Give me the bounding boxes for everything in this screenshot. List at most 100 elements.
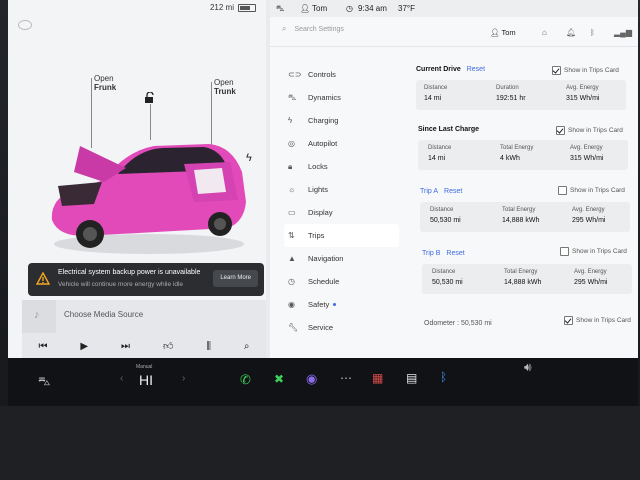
temperature-text: 37°F: [398, 4, 415, 13]
checkbox-checked-icon: [564, 316, 573, 325]
learn-more-button[interactable]: Learn More: [213, 270, 258, 287]
nav-item-safety[interactable]: ◉ Safety: [288, 293, 403, 316]
nav-item-lights[interactable]: ☼ Lights: [288, 178, 403, 201]
bolt-icon: ϟ: [288, 116, 293, 125]
volume-icon[interactable]: 🔊︎: [524, 360, 532, 375]
trunk-callout[interactable]: Open Trunk: [214, 78, 236, 96]
display-icon: ▭: [288, 208, 296, 217]
frunk-callout[interactable]: Open Frunk: [94, 74, 116, 92]
checkbox-checked-icon: [552, 66, 561, 75]
temp-up-chevron-icon[interactable]: ›: [182, 373, 185, 384]
thumbs-up-icon[interactable]: 👍︎: [163, 340, 173, 352]
search-icon[interactable]: ⌕: [244, 341, 250, 352]
show-trip-a-toggle[interactable]: Show in Trips Card: [558, 186, 625, 195]
phone-icon[interactable]: ✆: [240, 372, 251, 388]
nav-item-controls[interactable]: ⊂⊃ Controls: [288, 63, 403, 86]
total-energy-label: Total Energy: [500, 145, 534, 151]
avg-energy-value: 295 Wh/mi: [572, 217, 606, 224]
more-apps-icon[interactable]: ⋯: [340, 371, 352, 385]
album-art: ♪: [22, 300, 56, 333]
nav-item-dynamics[interactable]: ⛍ Dynamics: [288, 86, 403, 109]
section-title-text: Trip A: [420, 188, 439, 195]
car-status-panel: 212 mi Open Frunk Open Trunk ϟ Electrica…: [8, 0, 266, 358]
lock-icon: 🔒︎: [288, 161, 293, 171]
battery-icon: [238, 3, 256, 12]
nav-item-charging[interactable]: ϟ Charging: [288, 109, 403, 132]
nav-item-locks[interactable]: 🔒︎ Locks: [288, 155, 403, 178]
unlock-icon[interactable]: [144, 92, 156, 103]
next-track-icon[interactable]: ⏭: [121, 341, 130, 352]
profile-name: Tom: [501, 28, 516, 37]
avg-energy-label: Avg. Energy: [570, 145, 603, 151]
avg-energy-label: Avg. Energy: [572, 207, 605, 213]
show-trip-b-toggle[interactable]: Show in Trips Card: [560, 247, 627, 256]
dashboard-trim: [0, 406, 640, 480]
play-icon[interactable]: ▶: [80, 341, 88, 352]
media-source-label[interactable]: Choose Media Source: [64, 310, 143, 319]
bluetooth-icon[interactable]: ᛒ: [440, 370, 447, 384]
reset-current-drive-button[interactable]: Reset: [467, 66, 485, 73]
current-drive-title: Current Drive Reset: [416, 66, 485, 73]
duration-value: 192:51 hr: [496, 95, 526, 102]
odometer-text: Odometer : 50,530 mi: [424, 320, 492, 327]
nav-label: Locks: [308, 162, 328, 171]
climate-temp-value[interactable]: HI: [139, 372, 153, 388]
toggle-icon: ⊂⊃: [288, 70, 302, 79]
temp-down-chevron-icon[interactable]: ‹: [120, 373, 123, 384]
nav-item-autopilot[interactable]: ◎ Autopilot: [288, 132, 403, 155]
car-icon[interactable]: ⛍: [276, 4, 284, 14]
checkbox-unchecked-icon: [558, 186, 567, 195]
nav-item-display[interactable]: ▭ Display: [288, 201, 403, 224]
trip-a-title: Trip A Reset: [420, 188, 462, 195]
show-current-drive-toggle[interactable]: Show in Trips Card: [552, 66, 619, 75]
distance-label: Distance: [424, 85, 448, 91]
search-settings[interactable]: ⌕ Search Settings: [282, 24, 344, 34]
show-label: Show in Trips Card: [572, 248, 627, 255]
clock-icon: ◷: [288, 277, 295, 286]
distance-value: 14 mi: [424, 95, 442, 102]
notes-icon[interactable]: ▤: [406, 371, 417, 385]
camera-icon[interactable]: ◉: [306, 371, 317, 387]
nav-label: Safety: [308, 300, 330, 309]
nav-label: Dynamics: [308, 93, 341, 102]
profile-button[interactable]: 👤︎ Tom: [490, 28, 516, 37]
homelink-icon[interactable]: ⌂: [542, 28, 547, 37]
notification-bell-icon[interactable]: 🔔︎: [566, 28, 576, 37]
time-text: 9:34 am: [358, 4, 387, 13]
show-label: Show in Trips Card: [568, 127, 623, 134]
trips-icon: ⇅: [288, 231, 295, 240]
sun-icon: ☼: [288, 185, 296, 194]
nav-label: Trips: [308, 231, 325, 240]
sentry-mode-icon[interactable]: [18, 20, 32, 30]
settings-panel: ⛍ 👤︎ Tom ◷ 9:34 am 37°F ⌕ Search Setting…: [270, 0, 638, 358]
nav-item-trips[interactable]: ⇅ Trips: [284, 224, 399, 247]
show-odometer-toggle[interactable]: Show in Trips Card: [564, 316, 631, 325]
toybox-icon[interactable]: ✖: [274, 372, 284, 386]
nav-item-navigation[interactable]: ▲ Navigation: [288, 247, 403, 270]
search-icon: ⌕: [282, 24, 287, 33]
nav-label: Autopilot: [308, 139, 338, 148]
battery-status: 212 mi: [210, 3, 256, 12]
wrench-icon: 🔧︎: [288, 323, 299, 332]
calendar-icon[interactable]: ▦: [372, 371, 383, 385]
show-since-last-charge-toggle[interactable]: Show in Trips Card: [556, 126, 623, 135]
vehicle-image: [51, 144, 247, 254]
reset-trip-b-button[interactable]: Reset: [446, 250, 464, 257]
total-energy-value: 4 kWh: [500, 155, 520, 162]
previous-track-icon[interactable]: ⏮: [38, 341, 47, 352]
distance-label: Distance: [428, 145, 452, 151]
nav-item-service[interactable]: 🔧︎ Service: [288, 316, 403, 339]
settings-nav: ⊂⊃ Controls ⛍ Dynamics ϟ Charging ◎ Autopilo…: [284, 63, 403, 339]
total-energy-label: Total Energy: [502, 207, 536, 213]
top-user-name[interactable]: Tom: [312, 4, 327, 13]
reset-trip-a-button[interactable]: Reset: [444, 188, 462, 195]
distance-label: Distance: [432, 269, 456, 275]
equalizer-icon[interactable]: ⫼: [206, 341, 211, 352]
status-bar: ⛍ 👤︎ Tom ◷ 9:34 am 37°F: [270, 0, 638, 17]
section-title-text: Current Drive: [416, 66, 461, 73]
nav-item-schedule[interactable]: ◷ Schedule: [288, 270, 403, 293]
alert-banner[interactable]: Electrical system backup power is unavai…: [28, 263, 264, 296]
avg-energy-value: 295 Wh/mi: [574, 279, 608, 286]
car-icon[interactable]: ⛍: [38, 374, 50, 390]
bluetooth-icon[interactable]: ᛒ: [590, 28, 595, 37]
